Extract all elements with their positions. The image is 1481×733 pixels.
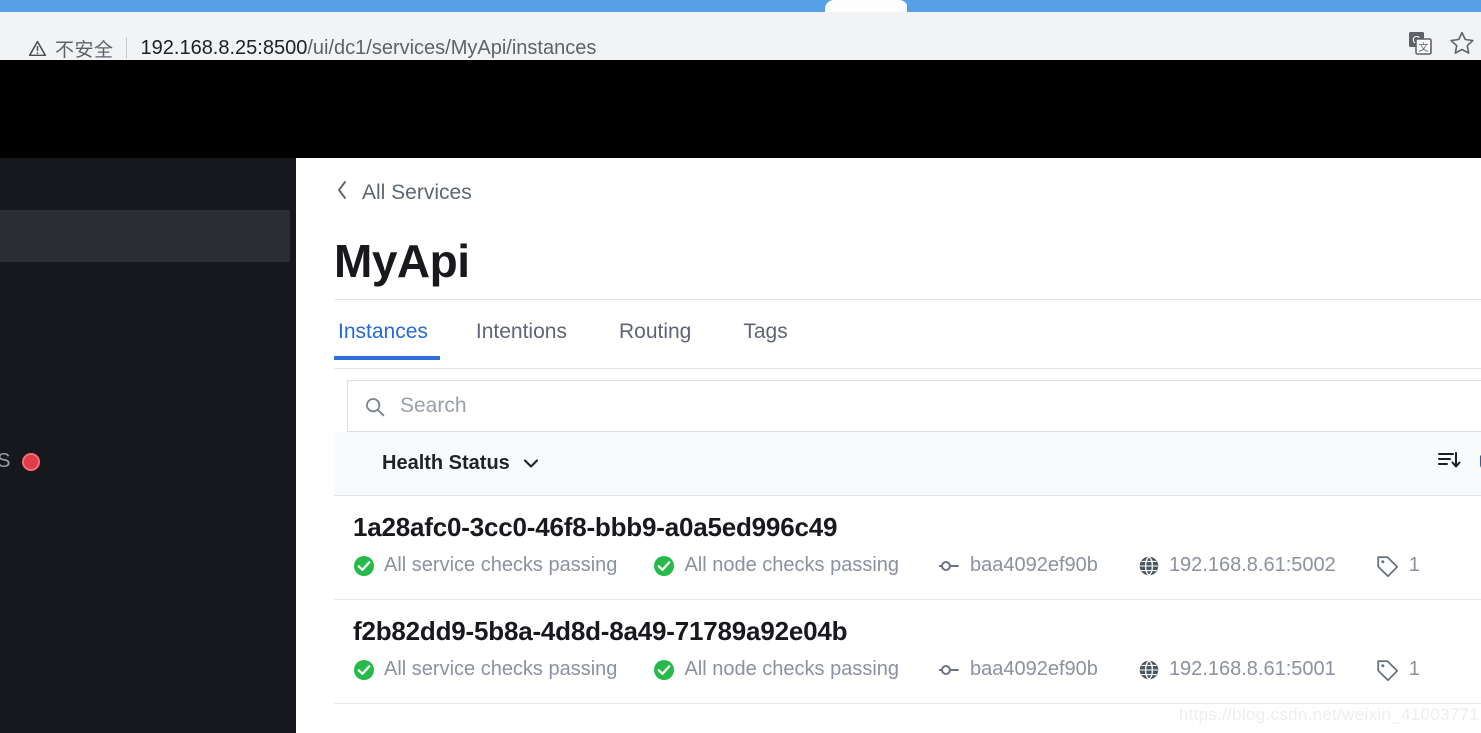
browser-tab-active[interactable] [825, 0, 908, 12]
address-divider [125, 37, 127, 59]
node-check-status: All node checks passing [653, 554, 899, 577]
instance-tags: 1 [1376, 554, 1420, 577]
instance-tag-count: 1 [1408, 554, 1420, 576]
translate-icon[interactable]: G 文 [1407, 30, 1433, 56]
sidebar-item-2[interactable] [0, 262, 296, 314]
service-check-status: All service checks passing [353, 658, 617, 681]
tab-bar: Instances Intentions Routing Tags [334, 310, 814, 360]
chevron-down-icon [523, 452, 539, 475]
instance-node-label: baa4092ef90b [970, 554, 1098, 576]
instance-node: baa4092ef90b [939, 658, 1098, 681]
sort-control[interactable]: Unh [1438, 450, 1481, 477]
sidebar-item-0[interactable] [0, 158, 296, 210]
instance-address: 192.168.8.61:5002 [1138, 554, 1336, 577]
tab-intentions[interactable]: Intentions [450, 310, 593, 360]
svg-text:文: 文 [1419, 41, 1429, 54]
sidebar: ROLS ds [0, 158, 296, 733]
instance-tag-count: 1 [1408, 658, 1420, 680]
sort-descending-icon [1438, 450, 1462, 477]
address-host: 192.168.8.25:8500 [140, 36, 308, 59]
tab-right-curve [907, 0, 917, 12]
screenshot-root: 不安全 192.168.8.25:8500/ui/dc1/services/My… [0, 0, 1481, 733]
table-row[interactable]: 1a28afc0-3cc0-46f8-bbb9-a0a5ed996c49 All… [334, 496, 1481, 600]
check-circle-icon [653, 659, 675, 681]
title-divider [334, 299, 1481, 300]
browser-tab-strip [0, 0, 1481, 12]
star-icon[interactable] [1449, 30, 1475, 56]
chevron-left-icon [336, 180, 348, 206]
watermark: https://blog.csdn.net/weixin_41003771 [1178, 705, 1479, 724]
globe-icon [1138, 659, 1160, 681]
warning-triangle-icon [29, 40, 46, 56]
tab-tags[interactable]: Tags [717, 310, 813, 360]
omnibox-action-icons: G 文 [1407, 30, 1475, 56]
address-path: /ui/dc1/services/MyApi/instances [307, 36, 597, 59]
table-row[interactable]: f2b82dd9-5b8a-4d8d-8a49-71789a92e04b All… [334, 600, 1481, 704]
instance-meta: All service checks passing All node chec… [353, 658, 1420, 681]
app-topbar: dc1 [0, 60, 1481, 182]
node-check-label: All node checks passing [684, 554, 900, 576]
node-icon [939, 558, 961, 574]
tab-instances[interactable]: Instances [334, 310, 450, 360]
node-check-status: All node checks passing [653, 658, 899, 681]
health-status-filter-label: Health Status [382, 452, 510, 474]
tabs-divider [334, 368, 1481, 369]
search-bar [347, 380, 1481, 432]
instance-address: 192.168.8.61:5001 [1138, 658, 1336, 681]
instance-node: baa4092ef90b [939, 554, 1098, 577]
node-check-label: All node checks passing [684, 658, 900, 680]
instance-id[interactable]: f2b82dd9-5b8a-4d8d-8a49-71789a92e04b [353, 616, 848, 647]
instance-id[interactable]: 1a28afc0-3cc0-46f8-bbb9-a0a5ed996c49 [353, 512, 837, 543]
instances-list: 1a28afc0-3cc0-46f8-bbb9-a0a5ed996c49 All… [334, 496, 1481, 704]
sidebar-item-rols-label: ROLS [0, 450, 11, 472]
breadcrumb[interactable]: All Services [336, 180, 472, 206]
instance-tags: 1 [1376, 658, 1420, 681]
health-status-filter[interactable]: Health Status [382, 452, 539, 475]
search-icon [365, 397, 385, 422]
globe-icon [1138, 555, 1160, 577]
tag-icon [1376, 659, 1400, 681]
sidebar-item-rols[interactable]: ROLS [0, 450, 41, 473]
breadcrumb-label: All Services [362, 181, 472, 204]
security-label: 不安全 [55, 38, 114, 61]
address-text: 192.168.8.25:8500/ui/dc1/services/MyApi/… [141, 37, 597, 60]
main-content: All Services MyApi Instances Intentions … [296, 158, 1481, 733]
check-circle-icon [353, 555, 375, 577]
check-circle-icon [653, 555, 675, 577]
check-circle-icon [353, 659, 375, 681]
browser-omnibox-bar: 不安全 192.168.8.25:8500/ui/dc1/services/My… [0, 12, 1481, 67]
service-check-label: All service checks passing [384, 554, 618, 576]
tag-icon [1376, 555, 1400, 577]
tab-routing[interactable]: Routing [593, 310, 717, 360]
search-input[interactable] [400, 381, 1481, 431]
instance-meta: All service checks passing All node chec… [353, 554, 1420, 577]
node-icon [939, 662, 961, 678]
service-check-label: All service checks passing [384, 658, 618, 680]
service-check-status: All service checks passing [353, 554, 617, 577]
filter-bar: Health Status Unh [334, 432, 1481, 496]
instance-address-label: 192.168.8.61:5001 [1168, 658, 1336, 680]
sidebar-item-1[interactable] [0, 210, 290, 262]
instance-node-label: baa4092ef90b [970, 658, 1098, 680]
status-dot-icon [22, 452, 41, 471]
page-title: MyApi [334, 235, 470, 287]
instance-address-label: 192.168.8.61:5002 [1168, 554, 1336, 576]
